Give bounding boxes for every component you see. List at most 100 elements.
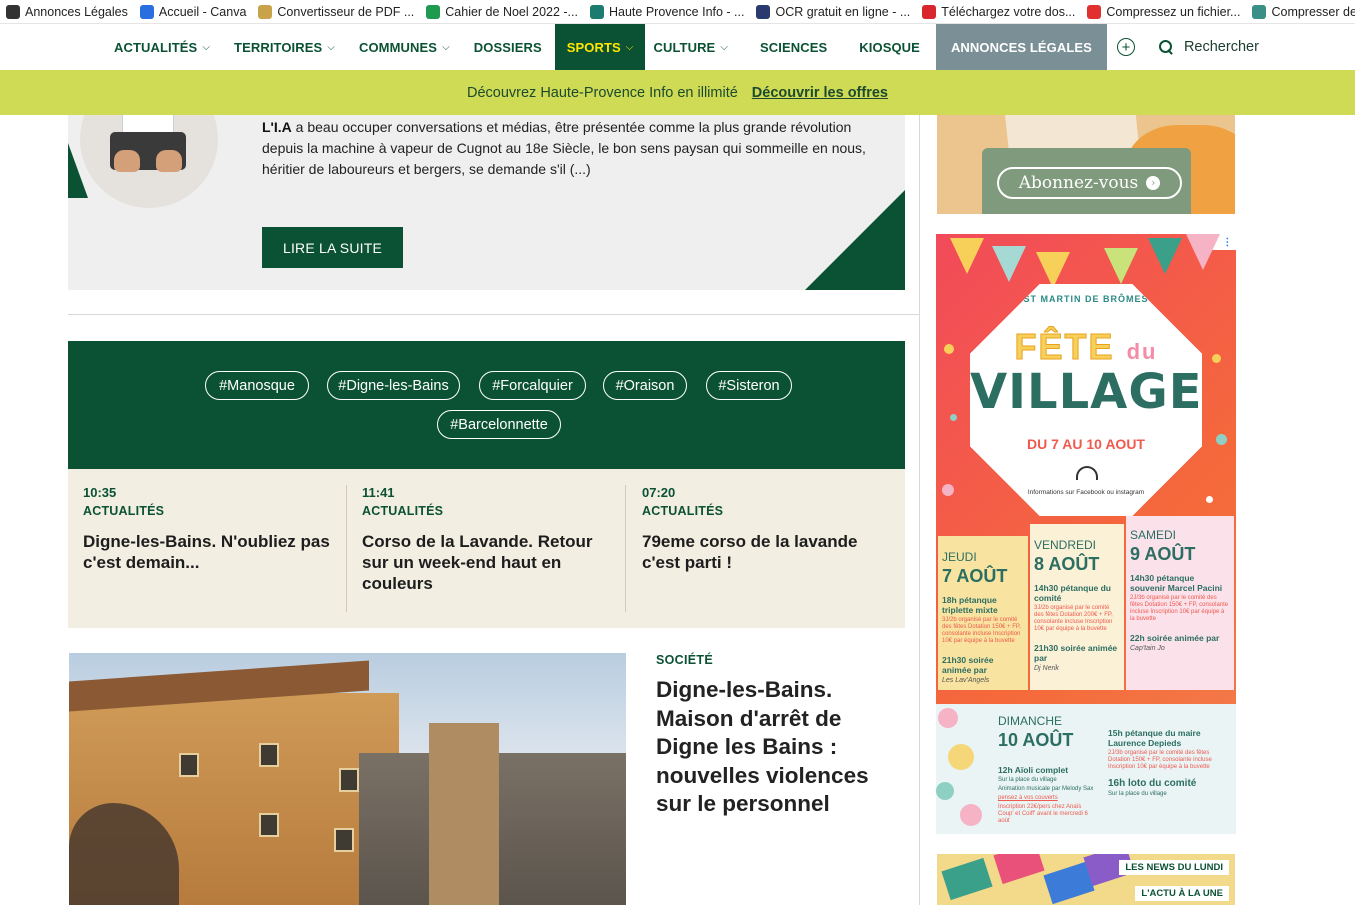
nav-kiosque[interactable]: KIOSQUE — [843, 24, 936, 70]
confetti — [938, 708, 958, 728]
bookmark-item[interactable]: Accueil - Canva — [134, 0, 253, 23]
subscribe-ad[interactable]: Abonnez-vous › — [937, 115, 1235, 214]
bookmark-item[interactable]: Compresser des Imag... — [1246, 0, 1355, 23]
bunting-flag — [950, 238, 984, 274]
nav-dossiers[interactable]: DOSSIERS — [462, 24, 555, 70]
ocr-icon — [756, 4, 771, 19]
tag-forcalquier[interactable]: #Forcalquier — [479, 371, 586, 400]
search-button[interactable]: Rechercher — [1145, 24, 1259, 70]
nav-label: TERRITOIRES — [234, 39, 323, 55]
chevron-down-icon: ⌵ — [442, 41, 450, 53]
bookmark-label: Accueil - Canva — [158, 4, 247, 19]
confetti — [936, 782, 954, 800]
tag-oraison[interactable]: #Oraison — [603, 371, 687, 400]
news-item[interactable]: 10:35 ACTUALITÉS Digne-les-Bains. N'oubl… — [83, 485, 333, 612]
bunting-flag — [1186, 234, 1220, 270]
newsletter-ad[interactable]: LES NEWS DU LUNDI L'ACTU À LA UNE — [937, 854, 1235, 905]
search-label: Rechercher — [1183, 39, 1259, 55]
day-event-note: pensez à vos couverts — [998, 795, 1058, 801]
day-event-place: Sur la place du village — [998, 777, 1057, 783]
fete-place: ST MARTIN DE BRÔMES — [1023, 294, 1149, 304]
bookmark-label: Cahier de Noel 2022 -... — [445, 4, 578, 19]
day-event: 16h loto du comité — [1108, 778, 1197, 789]
hand-image — [156, 150, 182, 172]
newsletter-label: L'ACTU À LA UNE — [1135, 886, 1229, 901]
bookmark-item[interactable]: OCR gratuit en ligne - ... — [750, 0, 916, 23]
window-image — [339, 768, 359, 792]
nav-culture[interactable]: CULTURE ⌵ — [645, 24, 748, 70]
bookmark-item[interactable]: Compressez un fichier... — [1081, 0, 1246, 23]
day-event-details: 3J/2b organisé par le comité des fêtes D… — [942, 617, 1021, 644]
featured-title[interactable]: Digne-les-Bains. Maison d'arrêt de Digne… — [656, 676, 896, 819]
envelope-icon — [941, 857, 993, 901]
nav-actualites[interactable]: ACTUALITÉS ⌵ — [102, 24, 222, 70]
bookmark-item[interactable]: Haute Provence Info - ... — [584, 0, 751, 23]
confetti — [942, 484, 954, 496]
article-card: L'I.A a beau occuper conversations et mé… — [68, 115, 905, 290]
window-image — [179, 753, 199, 777]
confetti — [1216, 434, 1227, 445]
featured-article-image[interactable] — [69, 653, 626, 905]
nav-sciences[interactable]: SCIENCES — [748, 24, 843, 70]
tag-manosque[interactable]: #Manosque — [205, 371, 309, 400]
bunting-flag — [1104, 248, 1138, 284]
promo-offers-link[interactable]: Découvrir les offres — [752, 85, 888, 101]
day-number: 8 AOÛT — [1034, 554, 1100, 574]
chevron-down-icon: ⌵ — [202, 41, 211, 53]
promo-banner: Découvrez Haute-Provence Info en illimit… — [0, 70, 1355, 115]
heart-icon — [1087, 4, 1102, 19]
pdf-icon — [258, 4, 273, 19]
latest-news: 10:35 ACTUALITÉS Digne-les-Bains. N'oubl… — [68, 469, 905, 628]
village-fete-ad[interactable]: ▷ ⋮ ST MARTIN DE BRÔMES FÊTE du VILLAGE D… — [936, 234, 1236, 834]
news-title[interactable]: Digne-les-Bains. N'oubliez pas c'est dem… — [83, 531, 333, 573]
article-thumbnail[interactable] — [80, 115, 218, 208]
fete-title: FÊTE du — [970, 326, 1202, 368]
bunting-flag — [1148, 238, 1182, 274]
news-title[interactable]: 79eme corso de la lavande c'est parti ! — [642, 531, 882, 573]
subscribe-button[interactable]: Abonnez-vous › — [997, 167, 1182, 199]
day-event: 15h pétanque du maire Laurence Depieds — [1108, 728, 1201, 748]
confetti — [950, 414, 957, 421]
tag-cloud: #Manosque #Digne-les-Bains #Forcalquier … — [68, 341, 905, 469]
news-item[interactable]: 11:41 ACTUALITÉS Corso de la Lavande. Re… — [362, 485, 602, 612]
sunday-main: DIMANCHE 10 AOÛT 12h Aïoli complet Sur l… — [998, 714, 1098, 825]
nav-more-button[interactable]: + — [1107, 24, 1145, 70]
tag-barcelonnette[interactable]: #Barcelonnette — [437, 410, 561, 439]
nav-annonces-legales[interactable]: ANNONCES LÉGALES — [935, 24, 1107, 70]
nav-sports[interactable]: SPORTS ⌵ — [554, 24, 646, 70]
chevron-down-icon: ⌵ — [327, 41, 335, 53]
news-item[interactable]: 07:20 ACTUALITÉS 79eme corso de la lavan… — [642, 485, 882, 612]
chevron-down-icon: ⌵ — [625, 41, 634, 53]
nav-label: DOSSIERS — [473, 39, 542, 55]
day-vendredi: VENDREDI 8 AOÛT 14h30 pétanque du comité… — [1030, 524, 1124, 690]
nav-territoires[interactable]: TERRITOIRES ⌵ — [222, 24, 347, 70]
chevron-down-icon: ⌵ — [720, 41, 729, 53]
sunday-side: 15h pétanque du maire Laurence Depieds 2… — [1108, 728, 1232, 798]
confetti — [960, 804, 982, 826]
day-event-details: 3J/2b organisé par le comité des fêtes D… — [1034, 605, 1113, 632]
news-divider — [346, 485, 347, 612]
day-number: 10 AOÛT — [998, 730, 1074, 750]
sharepoint-icon — [589, 4, 604, 19]
tag-digne-les-bains[interactable]: #Digne-les-Bains — [327, 371, 460, 400]
featured-category[interactable]: SOCIÉTÉ — [656, 653, 713, 667]
news-category: ACTUALITÉS — [642, 504, 724, 518]
bookmark-label: Compresser des Imag... — [1271, 4, 1355, 19]
read-more-button[interactable]: LIRE LA SUITE — [262, 227, 403, 268]
plus-circle-icon: + — [1116, 38, 1135, 56]
bookmark-item[interactable]: Cahier de Noel 2022 -... — [420, 0, 584, 23]
bookmark-item[interactable]: Téléchargez votre dos... — [916, 0, 1081, 23]
nav-communes[interactable]: COMMUNES ⌵ — [347, 24, 462, 70]
bunting-flag — [992, 246, 1026, 282]
download-icon — [922, 4, 937, 19]
fete-dates: DU 7 AU 10 AOUT — [1027, 436, 1145, 452]
bookmark-item[interactable]: Convertisseur de PDF ... — [252, 0, 420, 23]
tag-sisteron[interactable]: #Sisteron — [706, 371, 792, 400]
news-title[interactable]: Corso de la Lavande. Retour sur un week-… — [362, 531, 602, 594]
excerpt-text: a beau occuper conversations et médias, … — [262, 119, 866, 177]
bookmark-label: Haute Provence Info - ... — [608, 4, 745, 19]
news-time: 10:35 — [83, 485, 117, 500]
bookmark-item[interactable]: Annonces Légales — [0, 0, 134, 23]
nav-label: COMMUNES — [358, 39, 438, 55]
day-samedi: SAMEDI 9 AOÛT 14h30 pétanque souvenir Ma… — [1126, 516, 1234, 690]
